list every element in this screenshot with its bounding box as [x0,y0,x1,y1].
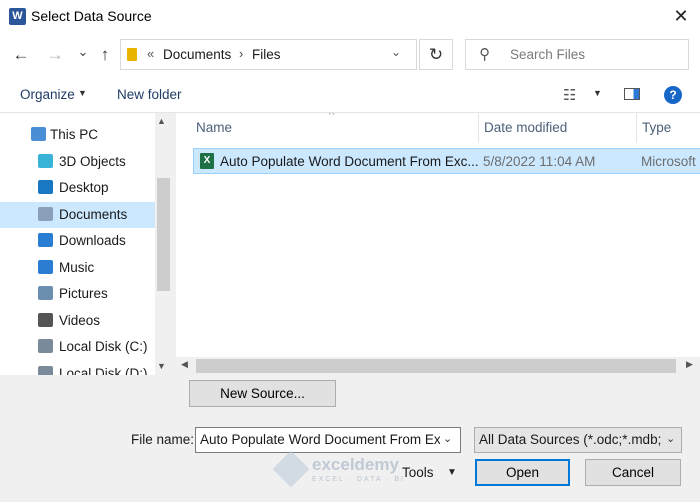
chevron-down-icon[interactable]: ⌄ [666,432,675,445]
sidebar-item-local-disk-c[interactable]: Local Disk (C:) [0,334,155,360]
file-list: ^ Name Date modified Type X Auto Populat… [176,113,700,375]
music-icon [38,260,53,274]
close-button[interactable]: ✕ [662,0,700,33]
sidebar-item-this-pc[interactable]: This PC [0,122,155,148]
address-dropdown-icon[interactable]: ⌄ [391,45,401,59]
file-name-cell: Auto Populate Word Document From Exc... [220,154,479,169]
watermark-logo-icon [272,450,310,488]
sidebar-item-3d-objects[interactable]: 3D Objects [0,149,155,175]
file-name-value[interactable]: Auto Populate Word Document From Exc [200,432,440,447]
sidebar-item-label: 3D Objects [59,154,126,169]
disk-icon [38,339,53,353]
breadcrumb-documents[interactable]: Documents [163,47,231,62]
cube-icon [38,154,53,168]
sidebar-item-music[interactable]: Music [0,255,155,281]
scroll-left-icon[interactable]: ◀ [181,359,188,370]
command-toolbar: Organize ▼ New folder ☷ ▼ [0,78,700,113]
sidebar-item-local-disk-d[interactable]: Local Disk (D:) [0,361,155,375]
file-type-select[interactable]: All Data Sources (*.odc;*.mdb;*. ⌄ [474,427,682,453]
watermark-name: exceldemy [312,455,399,474]
view-caret-icon[interactable]: ▼ [593,88,602,98]
table-row[interactable]: X Auto Populate Word Document From Exc..… [193,148,700,174]
folder-icon [127,48,137,61]
sidebar-item-videos[interactable]: Videos [0,308,155,334]
sidebar-item-label: Local Disk (D:) [59,366,148,375]
breadcrumb-overflow-icon[interactable]: « [147,46,154,61]
video-icon [38,313,53,327]
recent-locations-chevron-icon[interactable]: ⌄ [72,41,94,63]
computer-icon [31,127,46,141]
word-app-icon: W [9,8,26,25]
file-name-label: File name: [131,432,195,447]
column-header-type[interactable]: Type [642,120,671,135]
breadcrumb-files[interactable]: Files [252,47,281,62]
navigation-scrollbar-thumb[interactable] [157,178,170,291]
watermark-tagline: EXCEL · DATA · BI [312,476,405,483]
chevron-down-icon[interactable]: ⌄ [443,432,452,445]
new-source-button[interactable]: New Source... [189,380,336,407]
sidebar-item-documents[interactable]: Documents [0,202,155,228]
file-name-field[interactable]: Auto Populate Word Document From Exc ⌄ [195,427,461,453]
column-divider[interactable] [478,113,479,143]
view-options-icon[interactable]: ☷ [563,86,576,104]
sidebar-item-pictures[interactable]: Pictures [0,281,155,307]
picture-icon [38,286,53,300]
column-header-name[interactable]: Name [196,120,232,135]
refresh-button[interactable]: ↻ [419,39,453,70]
sidebar-item-label: This PC [50,127,99,142]
tools-caret-icon[interactable]: ▼ [447,467,457,478]
new-folder-button[interactable]: New folder [117,87,182,102]
tools-button[interactable]: Tools [402,465,434,480]
breadcrumb-chevron-icon[interactable]: › [239,46,243,61]
sidebar-item-label: Documents [59,207,128,222]
document-icon [38,207,53,221]
window-title: Select Data Source [31,8,152,24]
up-arrow-icon[interactable]: ↑ [94,44,116,66]
address-bar[interactable]: « Documents › Files ⌄ [120,39,417,70]
sidebar-item-label: Downloads [59,233,126,248]
organize-caret-icon[interactable]: ▼ [78,88,87,98]
sidebar-item-label: Videos [59,313,101,328]
disk-icon [38,366,53,375]
open-button[interactable]: Open [475,459,570,486]
sidebar-item-downloads[interactable]: Downloads [0,228,155,254]
navigation-pane: This PC 3D Objects Desktop Documents Dow… [0,113,172,375]
search-box[interactable]: ⚲ Search Files [465,39,689,70]
sidebar-item-label: Local Disk (C:) [59,339,148,354]
preview-pane-icon[interactable] [624,88,640,100]
search-input[interactable]: Search Files [510,47,585,62]
organize-button[interactable]: Organize [20,87,75,102]
scroll-up-icon[interactable]: ▲ [157,116,166,126]
download-icon [38,233,53,247]
search-icon: ⚲ [479,46,490,63]
sidebar-item-desktop[interactable]: Desktop [0,175,155,201]
cancel-button[interactable]: Cancel [585,459,681,486]
file-date-cell: 5/8/2022 11:04 AM [483,154,596,169]
back-arrow-icon[interactable]: ← [10,44,32,66]
scroll-right-icon[interactable]: ▶ [686,359,693,370]
forward-arrow-icon[interactable]: → [44,44,66,66]
file-type-cell: Microsoft [641,154,696,169]
horizontal-scrollbar-thumb[interactable] [196,359,676,373]
sort-ascending-icon: ^ [329,113,335,121]
excel-file-icon: X [200,153,214,169]
desktop-icon [38,180,53,194]
column-header-date-modified[interactable]: Date modified [484,120,567,135]
scroll-down-icon[interactable]: ▼ [157,361,166,371]
sidebar-item-label: Music [59,260,95,275]
file-type-value: All Data Sources (*.odc;*.mdb;*. [479,432,661,447]
sidebar-item-label: Pictures [59,286,108,301]
column-divider[interactable] [636,113,637,143]
sidebar-item-label: Desktop [59,180,109,195]
help-icon[interactable]: ? [664,86,682,104]
